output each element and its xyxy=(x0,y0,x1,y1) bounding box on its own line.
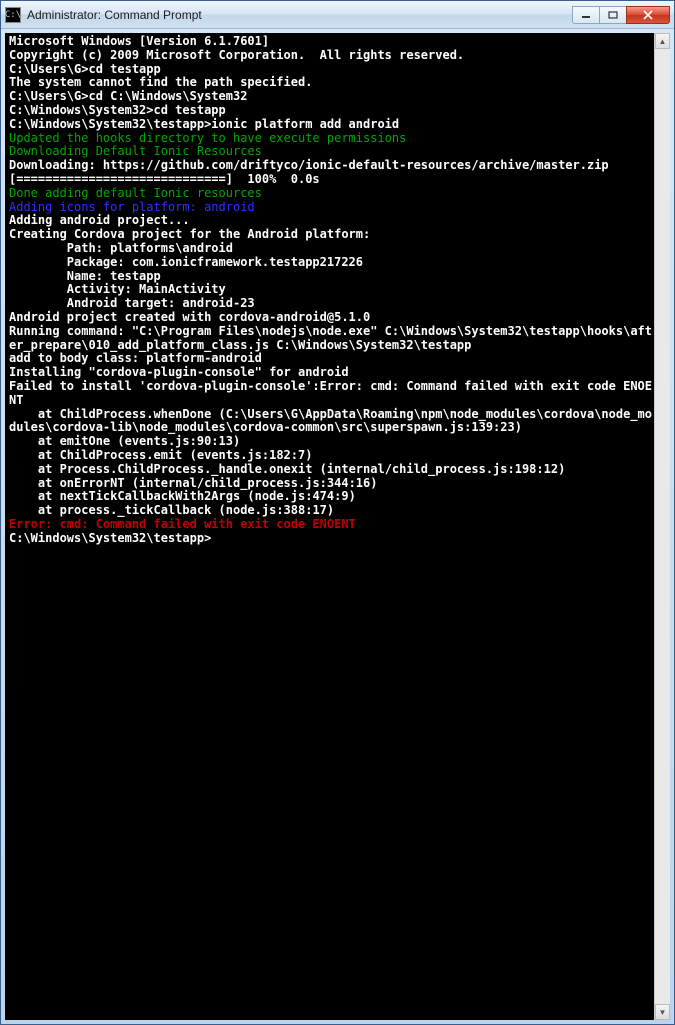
terminal-line: Package: com.ionicframework.testapp21722… xyxy=(9,256,652,270)
window-controls xyxy=(573,6,670,24)
chevron-down-icon: ▼ xyxy=(659,1008,667,1017)
terminal-line: [=============================] 100% 0.0… xyxy=(9,173,652,187)
terminal-line: Path: platforms\android xyxy=(9,242,652,256)
cmd-icon: C:\ xyxy=(5,7,21,23)
terminal-output[interactable]: Microsoft Windows [Version 6.1.7601]Copy… xyxy=(5,33,654,1020)
terminal-line: Updated the hooks directory to have exec… xyxy=(9,132,652,146)
titlebar[interactable]: C:\ Administrator: Command Prompt xyxy=(1,1,674,29)
command-prompt-window: C:\ Administrator: Command Prompt Micros… xyxy=(0,0,675,1025)
terminal-line: Copyright (c) 2009 Microsoft Corporation… xyxy=(9,49,652,63)
terminal-line: C:\Users\G>cd C:\Windows\System32 xyxy=(9,90,652,104)
terminal-line: The system cannot find the path specifie… xyxy=(9,76,652,90)
scroll-up-button[interactable]: ▲ xyxy=(655,33,670,49)
close-button[interactable] xyxy=(626,6,670,24)
terminal-line: at Process.ChildProcess._handle.onexit (… xyxy=(9,463,652,477)
terminal-line: C:\Windows\System32\testapp>ionic platfo… xyxy=(9,118,652,132)
terminal-line: C:\Windows\System32\testapp> xyxy=(9,532,652,546)
scroll-down-button[interactable]: ▼ xyxy=(655,1004,670,1020)
terminal-line: Downloading Default Ionic Resources xyxy=(9,145,652,159)
terminal-line: add to body class: platform-android xyxy=(9,352,652,366)
scroll-track[interactable] xyxy=(655,49,670,1004)
terminal-line: Installing "cordova-plugin-console" for … xyxy=(9,366,652,380)
terminal-line: at ChildProcess.whenDone (C:\Users\G\App… xyxy=(9,408,652,436)
terminal-line: Creating Cordova project for the Android… xyxy=(9,228,652,242)
terminal-line: Done adding default Ionic resources xyxy=(9,187,652,201)
terminal-line: Running command: "C:\Program Files\nodej… xyxy=(9,325,652,353)
chevron-up-icon: ▲ xyxy=(659,37,667,46)
scrollbar[interactable]: ▲ ▼ xyxy=(654,33,670,1020)
terminal-line: at ChildProcess.emit (events.js:182:7) xyxy=(9,449,652,463)
terminal-line: Android target: android-23 xyxy=(9,297,652,311)
minimize-icon xyxy=(581,11,591,19)
terminal-line: C:\Windows\System32>cd testapp xyxy=(9,104,652,118)
terminal-line: Name: testapp xyxy=(9,270,652,284)
terminal-line: Downloading: https://github.com/driftyco… xyxy=(9,159,652,173)
maximize-icon xyxy=(608,11,618,19)
terminal-line: Android project created with cordova-and… xyxy=(9,311,652,325)
terminal-line: Error: cmd: Command failed with exit cod… xyxy=(9,518,652,532)
terminal-line: at process._tickCallback (node.js:388:17… xyxy=(9,504,652,518)
maximize-button[interactable] xyxy=(599,6,627,24)
terminal-line: at onErrorNT (internal/child_process.js:… xyxy=(9,477,652,491)
terminal-line: Activity: MainActivity xyxy=(9,283,652,297)
close-icon xyxy=(642,10,654,20)
minimize-button[interactable] xyxy=(572,6,600,24)
terminal-line: C:\Users\G>cd testapp xyxy=(9,63,652,77)
terminal-line: Failed to install 'cordova-plugin-consol… xyxy=(9,380,652,408)
terminal-line: Adding icons for platform: android xyxy=(9,201,652,215)
terminal-container: Microsoft Windows [Version 6.1.7601]Copy… xyxy=(1,29,674,1024)
terminal-line: Adding android project... xyxy=(9,214,652,228)
window-title: Administrator: Command Prompt xyxy=(27,8,573,22)
terminal-line: at emitOne (events.js:90:13) xyxy=(9,435,652,449)
terminal-line: Microsoft Windows [Version 6.1.7601] xyxy=(9,35,652,49)
terminal-line: at nextTickCallbackWith2Args (node.js:47… xyxy=(9,490,652,504)
